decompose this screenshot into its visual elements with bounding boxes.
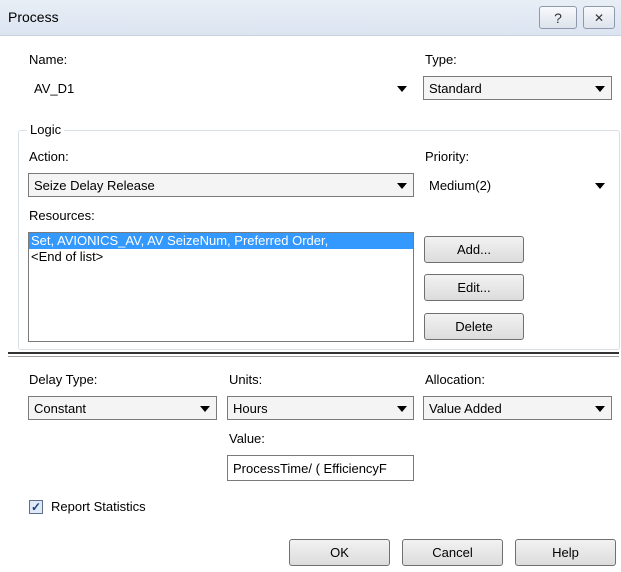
- section-divider-shadow: [8, 356, 619, 357]
- delay-type-label: Delay Type:: [29, 372, 98, 387]
- chevron-down-icon[interactable]: [200, 406, 210, 412]
- help-button[interactable]: Help: [515, 539, 616, 566]
- delay-type-value: Constant: [34, 400, 87, 416]
- logic-group-title: Logic: [27, 122, 65, 137]
- delay-type-select[interactable]: Constant: [28, 396, 217, 420]
- action-value: Seize Delay Release: [34, 177, 155, 193]
- chevron-down-icon[interactable]: [595, 406, 605, 412]
- close-icon: ✕: [593, 10, 605, 25]
- type-select[interactable]: Standard: [423, 76, 612, 100]
- cancel-button[interactable]: Cancel: [402, 539, 503, 566]
- name-combobox[interactable]: AV_D1: [28, 76, 414, 100]
- units-select[interactable]: Hours: [227, 396, 414, 420]
- priority-combobox[interactable]: Medium(2): [423, 173, 612, 197]
- section-divider: [8, 352, 619, 354]
- report-statistics-label[interactable]: Report Statistics: [51, 499, 146, 514]
- resources-label: Resources:: [29, 208, 95, 223]
- units-value: Hours: [233, 400, 268, 416]
- priority-value: Medium(2): [429, 177, 492, 193]
- allocation-value: Value Added: [429, 400, 502, 416]
- name-value: AV_D1: [34, 80, 75, 96]
- report-statistics-checkbox[interactable]: ✓: [29, 500, 43, 514]
- chevron-down-icon[interactable]: [397, 183, 407, 189]
- value-input[interactable]: ProcessTime/ ( EfficiencyF: [227, 455, 414, 481]
- close-title-button[interactable]: ✕: [583, 6, 615, 29]
- ok-button[interactable]: OK: [289, 539, 390, 566]
- help-title-button[interactable]: ?: [539, 6, 577, 29]
- chevron-down-icon[interactable]: [397, 86, 407, 92]
- value-text: ProcessTime/ ( EfficiencyF: [233, 460, 387, 476]
- delete-button[interactable]: Delete: [424, 313, 524, 340]
- title-bar: [0, 0, 621, 36]
- help-icon: ?: [554, 9, 562, 26]
- add-button[interactable]: Add...: [424, 236, 524, 263]
- chevron-down-icon[interactable]: [595, 86, 605, 92]
- type-value: Standard: [429, 80, 482, 96]
- allocation-select[interactable]: Value Added: [423, 396, 612, 420]
- resources-listbox[interactable]: Set, AVIONICS_AV, AV SeizeNum, Preferred…: [28, 232, 414, 342]
- units-label: Units:: [229, 372, 263, 387]
- action-label: Action:: [29, 149, 69, 164]
- window-title: Process: [8, 9, 59, 25]
- chevron-down-icon[interactable]: [397, 406, 407, 412]
- value-label: Value:: [229, 431, 265, 446]
- checkmark-icon: ✓: [30, 500, 42, 514]
- edit-button[interactable]: Edit...: [424, 274, 524, 301]
- name-label: Name:: [29, 52, 68, 67]
- action-select[interactable]: Seize Delay Release: [28, 173, 414, 197]
- priority-label: Priority:: [425, 149, 470, 164]
- list-item[interactable]: <End of list>: [29, 249, 413, 265]
- allocation-label: Allocation:: [425, 372, 485, 387]
- list-item[interactable]: Set, AVIONICS_AV, AV SeizeNum, Preferred…: [29, 233, 413, 249]
- type-label: Type:: [425, 52, 457, 67]
- chevron-down-icon[interactable]: [595, 183, 605, 189]
